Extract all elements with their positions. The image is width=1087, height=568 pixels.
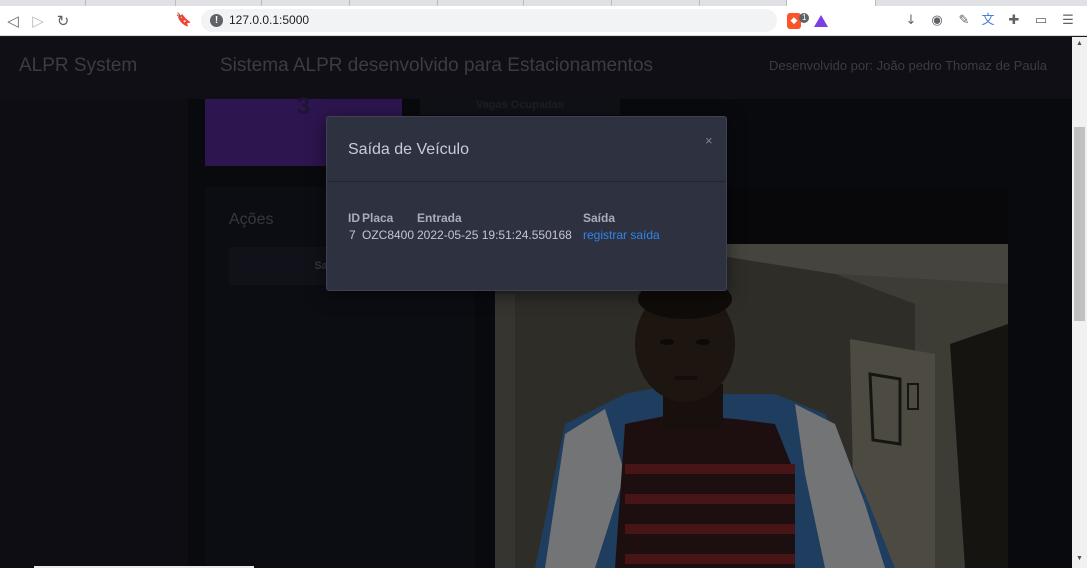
forward-icon[interactable]: ▷ [28, 11, 48, 31]
page: ALPR System Sistema ALPR desenvolvido pa… [0, 37, 1072, 568]
scroll-up-arrow-icon[interactable]: ▲ [1072, 38, 1087, 50]
extension-globe-icon[interactable]: ◉ [928, 12, 946, 30]
column-header-entrada: Entrada [417, 211, 462, 225]
browser-toolbar: ◁ ▷ ↻ 🔖 ! 127.0.0.1:5000 ◆ 1 ↓ ◉ ✎ 文 ✚ ▭… [0, 6, 1087, 36]
menu-icon[interactable]: ☰ [1059, 12, 1077, 30]
page-scrollbar[interactable]: ▲ ▼ [1072, 37, 1087, 568]
back-icon[interactable]: ◁ [3, 11, 23, 31]
address-bar[interactable]: ! 127.0.0.1:5000 [201, 9, 777, 32]
translate-icon[interactable]: 文 [979, 12, 997, 30]
scroll-down-arrow-icon[interactable]: ▼ [1072, 553, 1087, 565]
cell-placa: OZC8400 [362, 228, 415, 242]
cell-entrada: 2022-05-25 19:51:24.550168 [417, 228, 572, 242]
extension-pen-icon[interactable]: ✎ [955, 12, 973, 30]
extensions-puzzle-icon[interactable]: ✚ [1005, 12, 1023, 30]
close-icon[interactable]: × [705, 133, 713, 148]
scroll-thumb[interactable] [1074, 127, 1085, 321]
shield-count-badge: 1 [799, 13, 810, 23]
brave-rewards-icon[interactable] [814, 15, 828, 27]
bookmark-icon[interactable]: 🔖 [174, 11, 194, 31]
download-icon[interactable]: ↓ [902, 12, 920, 30]
column-header-id: ID [348, 211, 360, 225]
column-header-saida: Saída [583, 211, 616, 225]
register-exit-link[interactable]: registrar saída [583, 228, 660, 242]
url-text[interactable]: 127.0.0.1:5000 [229, 13, 309, 27]
cell-id: 7 [349, 228, 356, 242]
column-header-placa: Placa [362, 211, 394, 225]
wallet-icon[interactable]: ▭ [1032, 12, 1050, 30]
vehicle-exit-modal: Saída de Veículo × ID Placa Entrada Saíd… [326, 116, 727, 291]
modal-title: Saída de Veículo [348, 141, 469, 158]
site-info-icon[interactable]: ! [210, 14, 223, 27]
modal-divider [327, 181, 726, 182]
reload-icon[interactable]: ↻ [53, 11, 73, 31]
